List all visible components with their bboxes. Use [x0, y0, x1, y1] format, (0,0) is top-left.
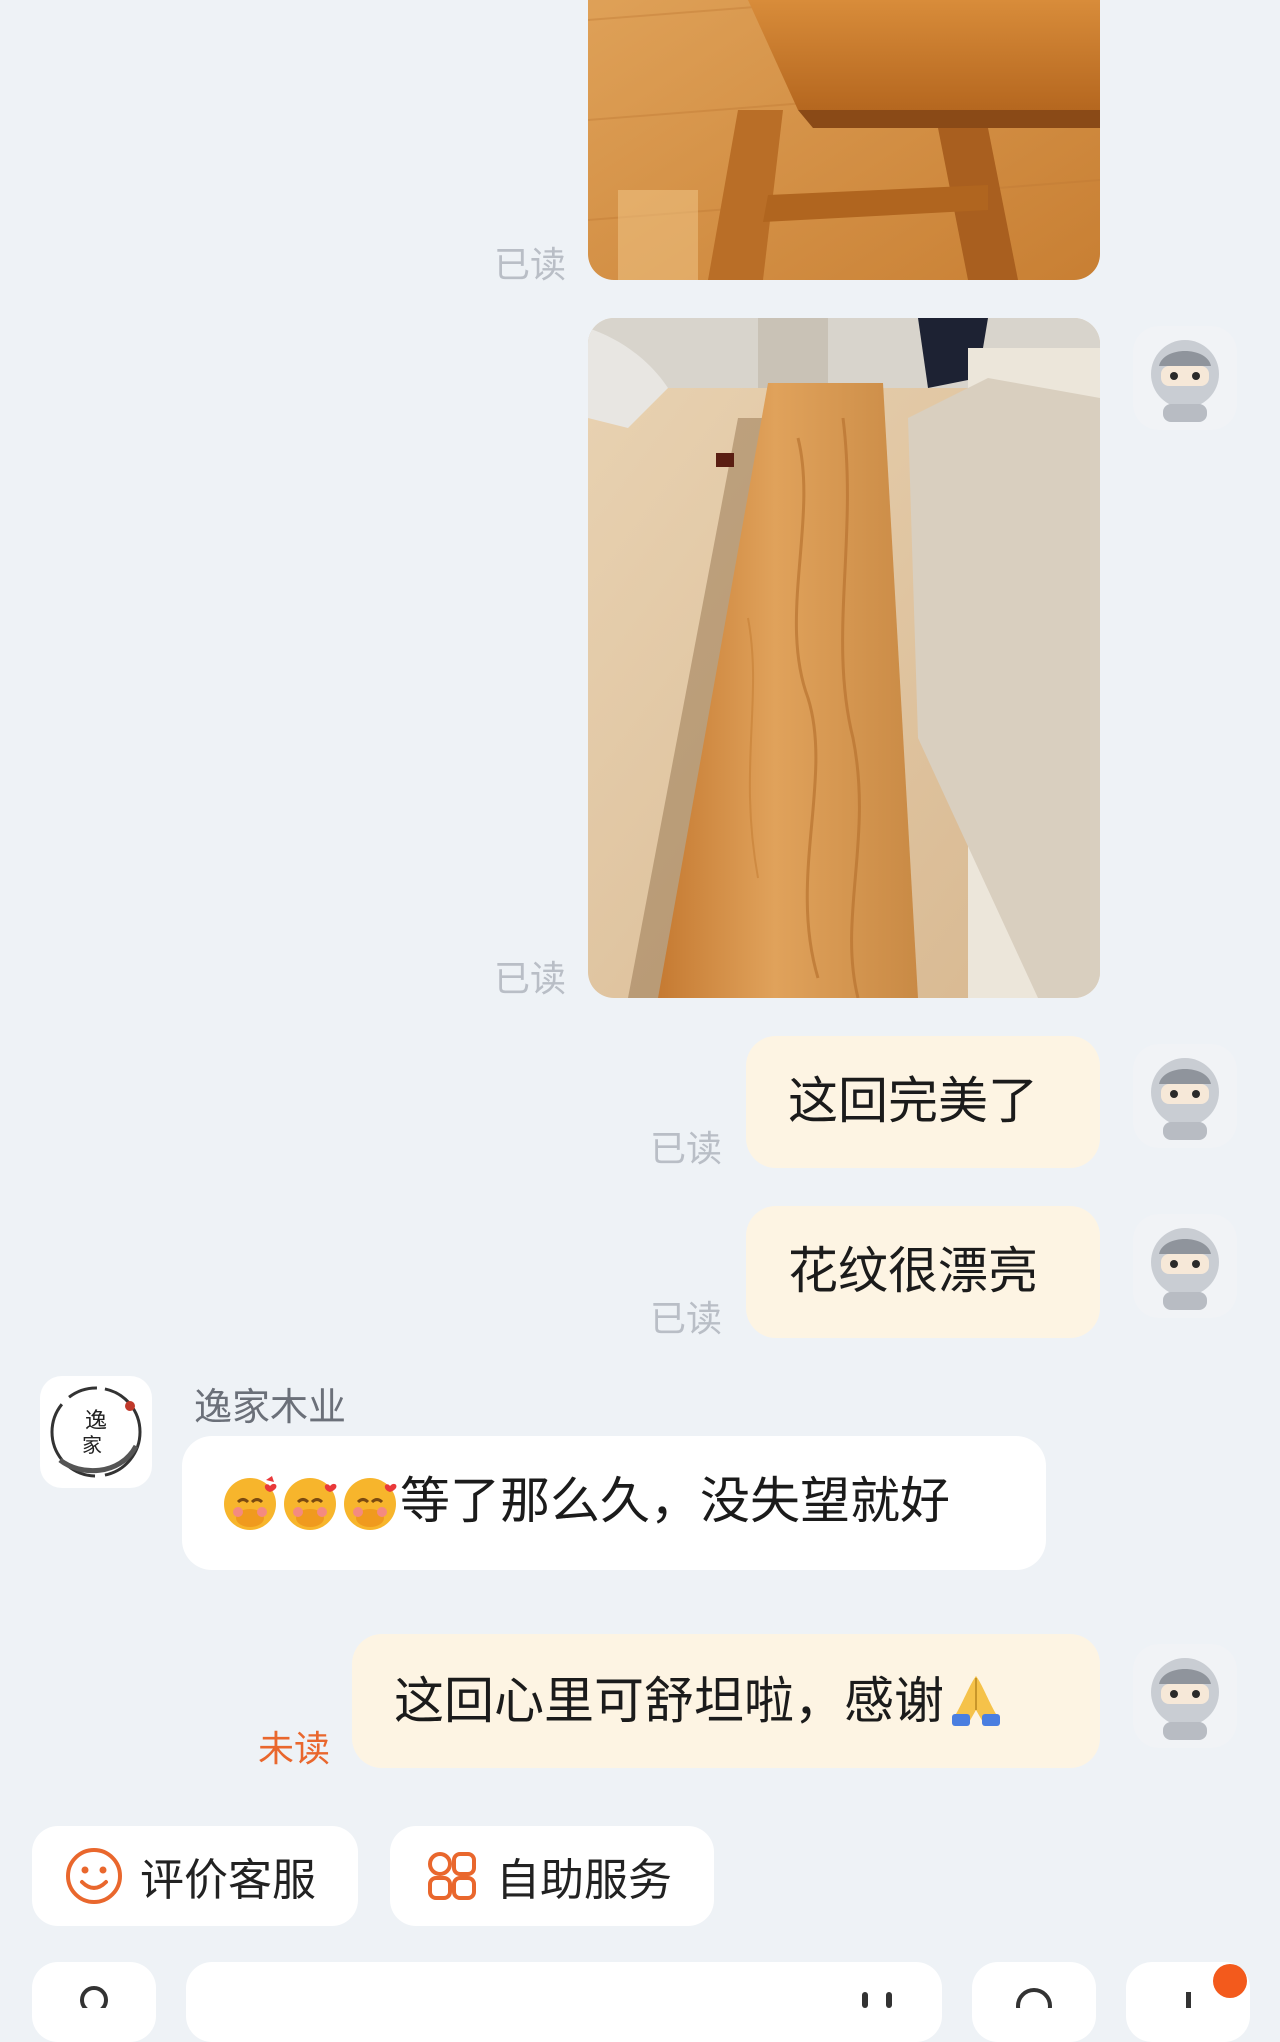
- pray-emoji: [946, 1670, 1006, 1730]
- voice-button[interactable]: [32, 1962, 156, 2042]
- my-avatar[interactable]: [1133, 1644, 1237, 1748]
- unread-status: 未读: [258, 1728, 331, 1769]
- my-message-bubble[interactable]: 这回完美了: [746, 1036, 1100, 1168]
- message-text: 等了那么久，没失望就好: [400, 1473, 950, 1529]
- ninja-avatar-icon: [1151, 1228, 1219, 1310]
- rate-service-label: 评价客服: [140, 1856, 316, 1905]
- message-text: 这回心里可舒坦啦，感谢: [394, 1673, 944, 1729]
- ninja-avatar-icon: [1151, 1658, 1219, 1740]
- my-message-bubble[interactable]: 花纹很漂亮: [746, 1206, 1100, 1338]
- read-status: 已读: [650, 1298, 723, 1339]
- read-status: 已读: [494, 958, 567, 999]
- self-service-button[interactable]: 自助服务: [390, 1826, 714, 1926]
- blush-emoji: [220, 1472, 280, 1532]
- photo-message-bench-top[interactable]: [588, 318, 1100, 998]
- read-status: 已读: [650, 1128, 723, 1169]
- bench-top-photo: [588, 318, 1100, 998]
- store-name: 逸家木业: [194, 1387, 347, 1429]
- rate-service-button[interactable]: 评价客服: [32, 1826, 358, 1926]
- store-message-bubble[interactable]: 等了那么久，没失望就好: [182, 1436, 1046, 1570]
- my-avatar[interactable]: [1133, 1044, 1237, 1148]
- apps-icon: [428, 1852, 476, 1900]
- store-logo-text: 逸: [85, 1409, 107, 1434]
- blush-emoji: [280, 1472, 340, 1532]
- input-edge-icon: [862, 1992, 892, 2008]
- self-service-label: 自助服务: [496, 1856, 672, 1905]
- message-text: 这回完美了: [788, 1073, 1038, 1129]
- photo-message-bench-leg[interactable]: [588, 0, 1100, 280]
- smile-icon: [66, 1848, 122, 1904]
- message-text: 花纹很漂亮: [788, 1243, 1038, 1299]
- message-input[interactable]: [186, 1962, 942, 2042]
- my-avatar[interactable]: [1133, 1214, 1237, 1318]
- ninja-avatar-icon: [1151, 1058, 1219, 1140]
- read-status: 已读: [494, 244, 567, 285]
- voice-icon: [80, 1986, 108, 2014]
- emoji-icon: [1016, 1988, 1052, 2024]
- store-logo-icon: 逸 家: [50, 1386, 142, 1478]
- svg-text:家: 家: [82, 1433, 102, 1457]
- notification-dot: [1213, 1964, 1247, 1998]
- my-avatar[interactable]: [1133, 326, 1237, 430]
- my-message-bubble[interactable]: 这回心里可舒坦啦，感谢: [352, 1634, 1100, 1768]
- emoji-button[interactable]: [972, 1962, 1096, 2042]
- blush-emoji: [340, 1472, 400, 1532]
- bench-leg-photo: [588, 0, 1100, 280]
- store-avatar[interactable]: 逸 家: [40, 1376, 152, 1488]
- ninja-avatar-icon: [1151, 340, 1219, 422]
